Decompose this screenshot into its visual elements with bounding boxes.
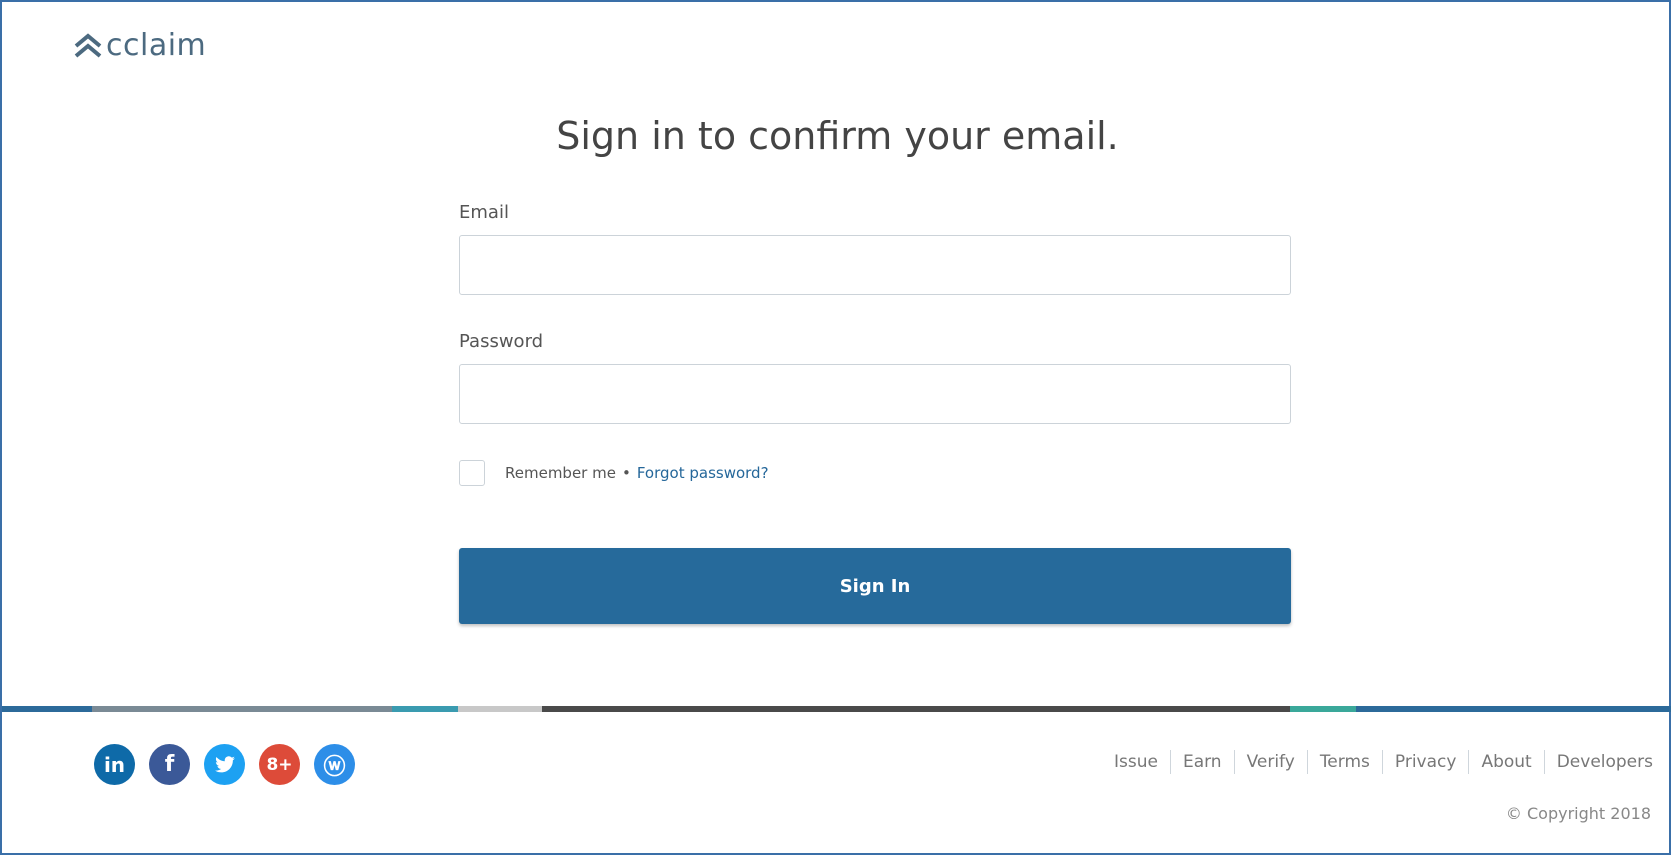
stripe-segment	[92, 706, 392, 712]
footer-link-privacy[interactable]: Privacy	[1383, 752, 1469, 772]
signin-form: Email Password Remember me • Forgot pass…	[459, 202, 1291, 624]
facebook-icon[interactable]: f	[149, 744, 190, 785]
linkedin-glyph: in	[103, 752, 126, 777]
google-plus-glyph: 8+	[266, 754, 293, 775]
footer-nav: Issue Earn Verify Terms Privacy About De…	[1102, 750, 1653, 774]
email-label: Email	[459, 202, 509, 223]
twitter-icon[interactable]	[204, 744, 245, 785]
email-field[interactable]	[459, 235, 1291, 295]
twitter-bird-icon	[214, 755, 235, 772]
separator-dot: •	[621, 464, 631, 482]
page-frame: cclaim Sign in to confirm your email. Em…	[0, 0, 1671, 855]
remember-me-checkbox[interactable]	[459, 460, 485, 486]
stripe-segment	[542, 706, 1290, 712]
password-block: Password	[459, 331, 1291, 424]
copyright-text: © Copyright 2018	[1505, 804, 1651, 823]
acclaim-logo[interactable]: cclaim	[72, 28, 206, 63]
password-field[interactable]	[459, 364, 1291, 424]
remember-row: Remember me • Forgot password?	[459, 460, 1291, 486]
footer-link-verify[interactable]: Verify	[1235, 752, 1307, 772]
social-icons: in f 8+ ⓦ	[94, 744, 369, 785]
email-block: Email	[459, 202, 1291, 295]
stripe-segment	[1290, 706, 1356, 712]
remember-me-label: Remember me	[505, 464, 616, 482]
password-label: Password	[459, 331, 544, 352]
forgot-password-link[interactable]: Forgot password?	[637, 464, 769, 482]
stripe-segment	[392, 706, 458, 712]
footer-link-developers[interactable]: Developers	[1545, 752, 1653, 772]
footer-link-about[interactable]: About	[1469, 752, 1543, 772]
footer-link-earn[interactable]: Earn	[1171, 752, 1234, 772]
google-plus-icon[interactable]: 8+	[259, 744, 300, 785]
sign-in-button[interactable]: Sign In	[459, 548, 1291, 624]
page-title: Sign in to confirm your email.	[556, 114, 1119, 158]
linkedin-icon[interactable]: in	[94, 744, 135, 785]
stripe-segment	[2, 706, 92, 712]
footer-link-issue[interactable]: Issue	[1102, 752, 1170, 772]
stripe-segment	[458, 706, 542, 712]
footer-link-terms[interactable]: Terms	[1308, 752, 1382, 772]
weebly-icon[interactable]: ⓦ	[314, 744, 355, 785]
logo-text: cclaim	[106, 28, 207, 63]
footer-color-stripe	[2, 706, 1671, 712]
facebook-glyph: f	[164, 752, 175, 777]
weebly-glyph: ⓦ	[323, 754, 346, 780]
double-chevron-up-icon	[74, 32, 102, 58]
stripe-segment	[1356, 706, 1671, 712]
